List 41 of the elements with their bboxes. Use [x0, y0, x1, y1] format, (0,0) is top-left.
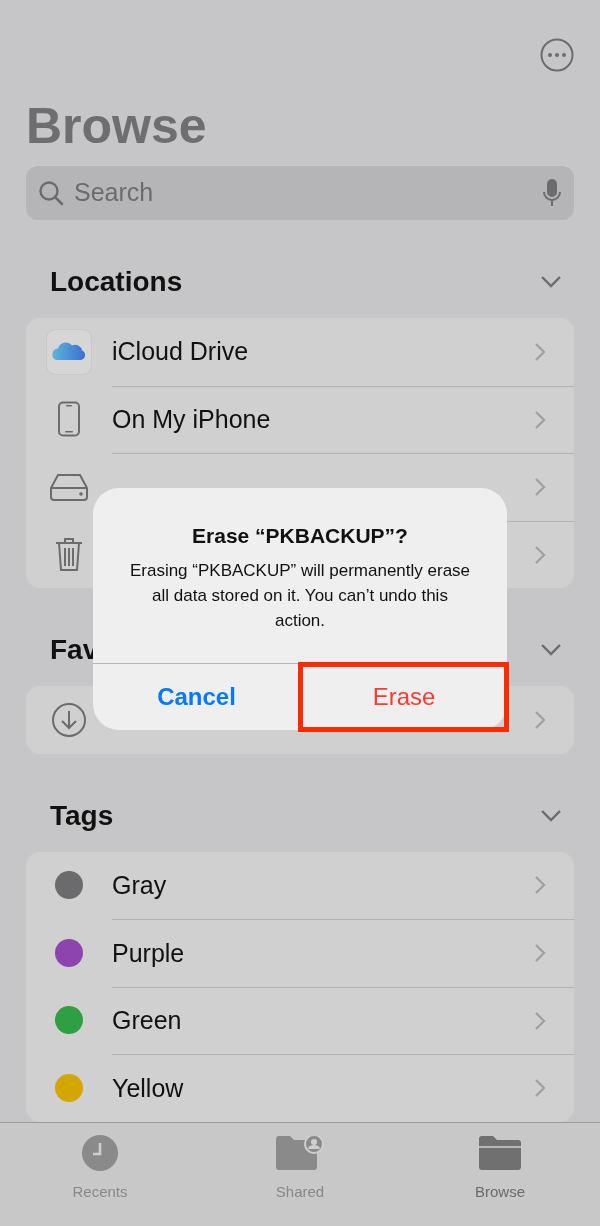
- dialog-message: Erasing “PKBACKUP” will permanently erase all data stored on it. You can’t undo this action.: [129, 559, 471, 632]
- chevron-down-icon[interactable]: [540, 808, 562, 823]
- chevron-icon: [534, 1010, 546, 1031]
- row-label: Green: [112, 1005, 182, 1036]
- shared-folder-icon: [276, 1135, 324, 1170]
- tab-bar-item[interactable]: Recents: [0, 1132, 200, 1203]
- chevron-icon: [534, 341, 546, 362]
- page-title: Browse: [26, 97, 208, 156]
- chevron-icon: [534, 477, 546, 498]
- chevron-icon: [534, 409, 546, 430]
- row-label: On My iPhone: [112, 404, 271, 435]
- chevron-down-icon[interactable]: [540, 275, 562, 289]
- row-label: Purple: [112, 937, 185, 969]
- phone-icon: [57, 401, 81, 438]
- chevron-icon: [534, 709, 546, 730]
- search-field[interactable]: Search: [26, 166, 574, 220]
- row-label: Gray: [112, 869, 167, 901]
- dialog-title: Erase “PKBACKUP”?: [192, 523, 408, 549]
- download-icon: [51, 701, 87, 738]
- row-label: iCloud Drive: [112, 336, 249, 367]
- more-icon[interactable]: [540, 38, 574, 72]
- clock-icon: [82, 1134, 118, 1171]
- erase-button[interactable]: Erase: [300, 663, 507, 730]
- cloud-icon: [46, 328, 92, 375]
- microphone-icon[interactable]: [542, 178, 562, 208]
- chevron-icon: [534, 544, 546, 565]
- chevron-icon: [534, 1078, 546, 1099]
- chevron-down-icon[interactable]: [540, 643, 562, 657]
- tab-bar-item[interactable]: Shared: [200, 1132, 400, 1203]
- chevron-icon: [534, 943, 546, 964]
- drive-icon: [49, 471, 89, 502]
- search-icon: [38, 180, 64, 206]
- chevron-icon: [534, 875, 546, 896]
- section-header: Locations: [50, 265, 183, 299]
- section-header: Tags: [50, 798, 114, 833]
- cancel-button[interactable]: Cancel: [93, 663, 300, 730]
- row-label: Yellow: [112, 1072, 184, 1104]
- tab-bar-item[interactable]: Browse: [400, 1132, 600, 1203]
- search-input[interactable]: Search: [74, 174, 532, 212]
- trash-icon: [53, 536, 85, 573]
- folder-icon: [479, 1135, 521, 1170]
